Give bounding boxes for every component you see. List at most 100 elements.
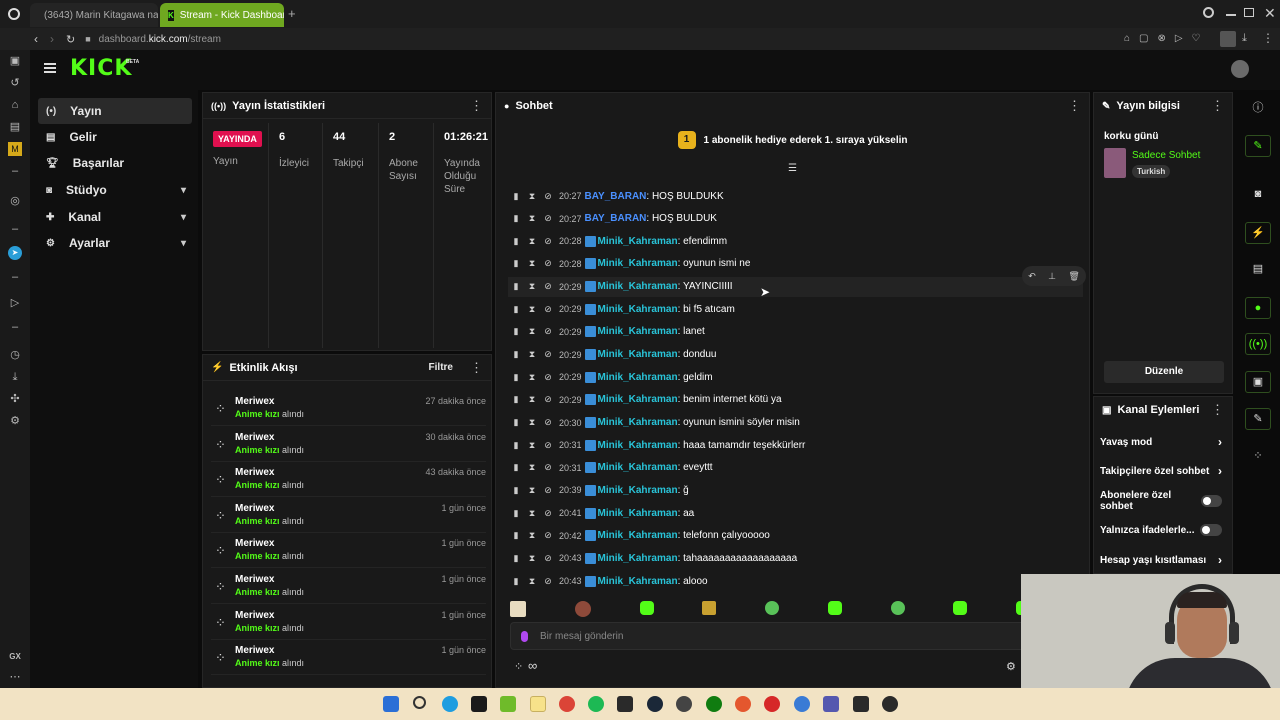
timeout-icon[interactable]: ⧗ <box>524 258 540 269</box>
message-username[interactable]: Minik_Kahraman <box>598 258 678 269</box>
emote-kick-icon[interactable] <box>827 601 842 615</box>
chrome-icon[interactable] <box>559 696 575 712</box>
timeout-icon[interactable]: ⧗ <box>524 236 540 247</box>
timeout-icon[interactable]: ⧗ <box>524 326 540 337</box>
close-icon[interactable]: ✕ <box>1264 5 1276 22</box>
profile-avatar[interactable] <box>1220 31 1236 47</box>
message-username[interactable]: Minik_Kahraman <box>598 462 678 473</box>
chat-message[interactable]: ▮ ⧗ ⊘ 20:41 Minik_Kahraman: aa <box>508 503 694 523</box>
ban-shield-icon[interactable]: ⊘ <box>540 213 556 224</box>
sidebar-twitch-icon[interactable]: ▣ <box>8 54 22 68</box>
spotify-icon[interactable] <box>588 696 604 712</box>
followers-only-row[interactable]: Takipçilere özel sohbet › <box>1100 459 1222 483</box>
settings-icon[interactable]: ⚙ <box>8 414 22 428</box>
tab-youtube[interactable]: (3643) Marin Kitagawa na <box>30 3 158 27</box>
timeout-icon[interactable]: ⧗ <box>524 372 540 383</box>
chat-message[interactable]: ▮ ⧗ ⊘ 20:29 Minik_Kahraman: bi f5 atıcam <box>508 299 735 319</box>
panel-menu-icon[interactable]: ⋮ <box>470 355 483 381</box>
timeout-icon[interactable]: ⧗ <box>524 281 540 292</box>
message-username[interactable]: Minik_Kahraman <box>598 553 678 564</box>
subscribers-only-row[interactable]: Abonelere özel sohbet <box>1100 489 1222 513</box>
message-username[interactable]: BAY_BARAN <box>585 191 647 202</box>
chat-message[interactable]: ▮ ⧗ ⊘ 20:29 Minik_Kahraman: benim internet k… <box>508 390 782 410</box>
delete-message-icon[interactable]: ▮ <box>508 236 524 247</box>
info-icon[interactable]: ⓘ <box>1245 98 1271 120</box>
lightning-icon[interactable]: ⚡ <box>1245 222 1271 244</box>
timeout-icon[interactable]: ⧗ <box>524 508 540 519</box>
emote-girl-icon[interactable] <box>574 601 591 617</box>
obs-icon[interactable] <box>676 696 692 712</box>
account-age-row[interactable]: Hesap yaşı kısıtlaması › <box>1100 548 1222 572</box>
discord-like-icon[interactable] <box>794 696 810 712</box>
panel-menu-icon[interactable]: ⋮ <box>1211 93 1224 119</box>
epic-games-icon-2[interactable] <box>853 696 869 712</box>
pin-icon[interactable]: ⊥ <box>1048 271 1056 282</box>
opera-gx-logo-icon[interactable] <box>8 8 20 20</box>
activity-user[interactable]: Meriwex <box>235 503 274 514</box>
message-username[interactable]: Minik_Kahraman <box>598 394 678 405</box>
nav-item-basarilar[interactable]: 🏆︎ Başarılar <box>38 150 192 176</box>
layout-icon[interactable]: ▣ <box>1245 371 1271 393</box>
delete-message-icon[interactable]: ▮ <box>508 349 524 360</box>
delete-message-icon[interactable]: ▮ <box>508 394 524 405</box>
message-username[interactable]: Minik_Kahraman <box>598 417 678 428</box>
activity-user[interactable]: Meriwex <box>235 467 274 478</box>
ban-shield-icon[interactable]: ⊘ <box>540 326 556 337</box>
message-username[interactable]: Minik_Kahraman <box>598 372 678 383</box>
history-icon[interactable]: ◷ <box>8 348 22 362</box>
ban-shield-icon[interactable]: ⊘ <box>540 191 556 202</box>
nav-item-yayin[interactable]: (•) Yayın <box>38 98 192 124</box>
delete-message-icon[interactable]: ▮ <box>508 508 524 519</box>
download-icon[interactable]: ⤓ <box>1242 32 1247 45</box>
sidebar-m-icon[interactable]: M <box>8 142 22 156</box>
delete-message-icon[interactable]: ▮ <box>508 485 524 496</box>
tab-kick-dashboard[interactable]: K Stream - Kick Dashboard <box>160 3 284 27</box>
tools-icon[interactable]: ✎ <box>1245 408 1271 430</box>
activity-user[interactable]: Meriwex <box>235 645 274 656</box>
delete-icon[interactable]: 🗑︎ <box>1068 271 1079 282</box>
chat-message[interactable]: ▮ ⧗ ⊘ 20:28 Minik_Kahraman: oyunun ismi ne <box>508 254 750 274</box>
reload-icon[interactable]: ↻ <box>66 33 75 46</box>
chat-message[interactable]: ▮ ⧗ ⊘ 20:31 Minik_Kahraman: haaa tamamdır te… <box>508 435 805 455</box>
emote-box-icon[interactable] <box>702 601 717 615</box>
ban-shield-icon[interactable]: ⊘ <box>540 349 556 360</box>
emote-kick-icon[interactable] <box>953 601 968 615</box>
opera-gx-icon[interactable] <box>882 696 898 712</box>
nav-item-studyo[interactable]: ◙ Stüdyo ▾ <box>38 177 192 203</box>
screenshot-icon[interactable]: ◙ <box>1245 184 1271 206</box>
chat-message[interactable]: ▮ ⧗ ⊘ 20:30 Minik_Kahraman: oyunun ismini sö… <box>508 413 800 433</box>
ban-shield-icon[interactable]: ⊘ <box>540 553 556 564</box>
ban-shield-icon[interactable]: ⊘ <box>540 576 556 587</box>
kick-logo[interactable]: KICK <box>70 56 132 81</box>
delete-message-icon[interactable]: ▮ <box>508 258 524 269</box>
delete-message-icon[interactable]: ▮ <box>508 372 524 383</box>
edge-icon[interactable] <box>442 696 458 712</box>
slow-mode-row[interactable]: Yavaş mod › <box>1100 430 1222 454</box>
forward-icon[interactable]: › <box>50 32 54 46</box>
message-username[interactable]: Minik_Kahraman <box>598 440 678 451</box>
start-icon[interactable] <box>383 696 399 712</box>
timeout-icon[interactable]: ⧗ <box>524 304 540 315</box>
edit-icon[interactable]: ✎ <box>1245 135 1271 157</box>
chat-message[interactable]: ▮ ⧗ ⊘ 20:31 Minik_Kahraman: eveyttt <box>508 458 713 478</box>
message-username[interactable]: Minik_Kahraman <box>598 349 678 360</box>
category-name[interactable]: Sadece Sohbet <box>1132 150 1200 161</box>
epic-games-icon[interactable] <box>617 696 633 712</box>
delete-message-icon[interactable]: ▮ <box>508 462 524 473</box>
chat-message[interactable]: ▮ ⧗ ⊘ 20:29 Minik_Kahraman: YAYINCIIIII <box>508 276 1083 297</box>
message-username[interactable]: Minik_Kahraman <box>598 530 678 541</box>
timeout-icon[interactable]: ⧗ <box>524 191 540 202</box>
ban-shield-icon[interactable]: ⊘ <box>540 462 556 473</box>
timeout-icon[interactable]: ⧗ <box>524 394 540 405</box>
back-icon[interactable]: ‹ <box>34 32 38 46</box>
chat-message[interactable]: ▮ ⧗ ⊘ 20:29 Minik_Kahraman: geldim <box>508 367 713 387</box>
delete-message-icon[interactable]: ▮ <box>508 530 524 541</box>
new-tab-button[interactable]: + <box>288 6 296 21</box>
emote-face-icon[interactable] <box>765 601 779 615</box>
chat-message[interactable]: ▮ ⧗ ⊘ 20:42 Minik_Kahraman: telefonn çalıyoo… <box>508 526 770 546</box>
chat-message[interactable]: ▮ ⧗ ⊘ 20:39 Minik_Kahraman: ğ <box>508 480 689 500</box>
brave-icon[interactable] <box>735 696 751 712</box>
nvidia-icon[interactable] <box>471 696 487 712</box>
delete-message-icon[interactable]: ▮ <box>508 417 524 428</box>
emote-face-icon[interactable] <box>890 601 905 615</box>
